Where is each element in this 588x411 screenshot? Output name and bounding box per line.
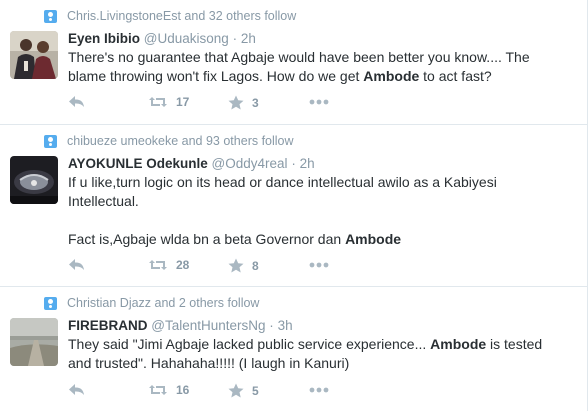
tweet-line: Fact is,Agbaje wlda bn a beta Governor d… [68, 231, 402, 247]
follow-context-text: chibueze umeokeke and 93 others follow [67, 134, 294, 148]
tweet-timestamp[interactable]: 3h [278, 318, 293, 333]
retweet-button[interactable]: 16 [148, 383, 189, 397]
tweet[interactable]: Christian Djazz and 2 others follow FIRE… [0, 287, 587, 411]
tweet-line: If u like,turn logic on its head or danc… [68, 174, 497, 190]
more-icon [309, 99, 329, 105]
favorite-button[interactable]: 3 [228, 95, 259, 110]
retweet-count: 17 [176, 95, 190, 109]
author-name[interactable]: Eyen Ibibio [68, 31, 140, 46]
reply-icon [69, 96, 84, 107]
reply-button[interactable] [68, 95, 86, 109]
follow-context: chibueze umeokeke and 93 others follow [44, 134, 294, 148]
star-icon [228, 258, 244, 273]
retweet-count: 28 [176, 258, 190, 272]
timeline-feed: Chris.LivingstoneEst and 32 others follo… [0, 0, 588, 411]
follow-context-icon [44, 9, 57, 23]
star-icon [228, 383, 244, 398]
star-icon [228, 95, 244, 110]
hashtag-highlight: Ambode [363, 68, 420, 84]
follow-context-icon [44, 296, 57, 310]
reply-icon [69, 384, 84, 395]
favorite-button[interactable]: 8 [228, 258, 259, 273]
author-handle[interactable]: @TalentHuntersNg [151, 318, 265, 333]
tweet-header: Eyen Ibibio @Uduakisong · 2h [68, 31, 256, 46]
avatar[interactable] [10, 318, 58, 366]
retweet-button[interactable]: 17 [148, 95, 189, 109]
reply-icon [69, 259, 84, 270]
tweet-line: There's no guarantee that Agbaje would h… [68, 49, 530, 65]
tweet[interactable]: Chris.LivingstoneEst and 32 others follo… [0, 0, 587, 125]
header-separator: · [232, 31, 238, 46]
tweet-header: FIREBRAND @TalentHuntersNg · 3h [68, 318, 293, 333]
tweet-actions: 17 3 [68, 95, 587, 111]
tweet-text: There's no guarantee that Agbaje would h… [68, 48, 578, 86]
author-handle[interactable]: @Oddy4real [212, 156, 288, 171]
hashtag-highlight: Ambode [345, 231, 402, 247]
retweet-button[interactable]: 28 [148, 258, 189, 272]
more-button[interactable] [309, 387, 329, 393]
more-icon [309, 387, 329, 393]
more-icon [309, 262, 329, 268]
follow-context-icon [44, 134, 57, 148]
tweet-header: AYOKUNLE Odekunle @Oddy4real · 2h [68, 156, 315, 171]
follow-context-text: Chris.LivingstoneEst and 32 others follo… [67, 9, 297, 23]
header-separator: · [291, 156, 296, 171]
more-button[interactable] [309, 262, 329, 268]
retweet-icon [149, 97, 167, 107]
retweet-icon [149, 385, 167, 395]
favorite-count: 3 [252, 95, 259, 110]
tweet-timestamp[interactable]: 2h [300, 156, 315, 171]
tweet-line: Intellectual. [68, 193, 139, 209]
more-button[interactable] [309, 99, 329, 105]
avatar[interactable] [10, 31, 58, 79]
author-name[interactable]: FIREBRAND [68, 318, 148, 333]
avatar[interactable] [10, 156, 58, 204]
favorite-count: 5 [252, 383, 259, 398]
tweet-line: and trusted". Hahahaha!!!!! (I laugh in … [68, 355, 350, 371]
tweet-text: If u like,turn logic on its head or danc… [68, 173, 578, 249]
favorite-button[interactable]: 5 [228, 383, 259, 398]
tweet-actions: 28 8 [68, 258, 587, 274]
tweet-actions: 16 5 [68, 383, 587, 399]
tweet-line: They said "Jimi Agbaje lacked public ser… [68, 336, 543, 352]
retweet-count: 16 [176, 383, 190, 397]
favorite-count: 8 [252, 258, 259, 273]
tweet-text: They said "Jimi Agbaje lacked public ser… [68, 335, 578, 373]
follow-context: Christian Djazz and 2 others follow [44, 296, 259, 310]
retweet-icon [149, 260, 167, 270]
author-name[interactable]: AYOKUNLE Odekunle [68, 156, 208, 171]
reply-button[interactable] [68, 383, 86, 397]
reply-button[interactable] [68, 258, 86, 272]
tweet-line: blame throwing won't fix Lagos. How do w… [68, 68, 492, 84]
hashtag-highlight: Ambode [430, 336, 487, 352]
header-separator: · [269, 318, 274, 333]
follow-context: Chris.LivingstoneEst and 32 others follo… [44, 9, 296, 23]
author-handle[interactable]: @Uduakisong [144, 31, 229, 46]
tweet[interactable]: chibueze umeokeke and 93 others follow A… [0, 125, 587, 287]
follow-context-text: Christian Djazz and 2 others follow [67, 296, 260, 310]
tweet-timestamp[interactable]: 2h [241, 31, 256, 46]
